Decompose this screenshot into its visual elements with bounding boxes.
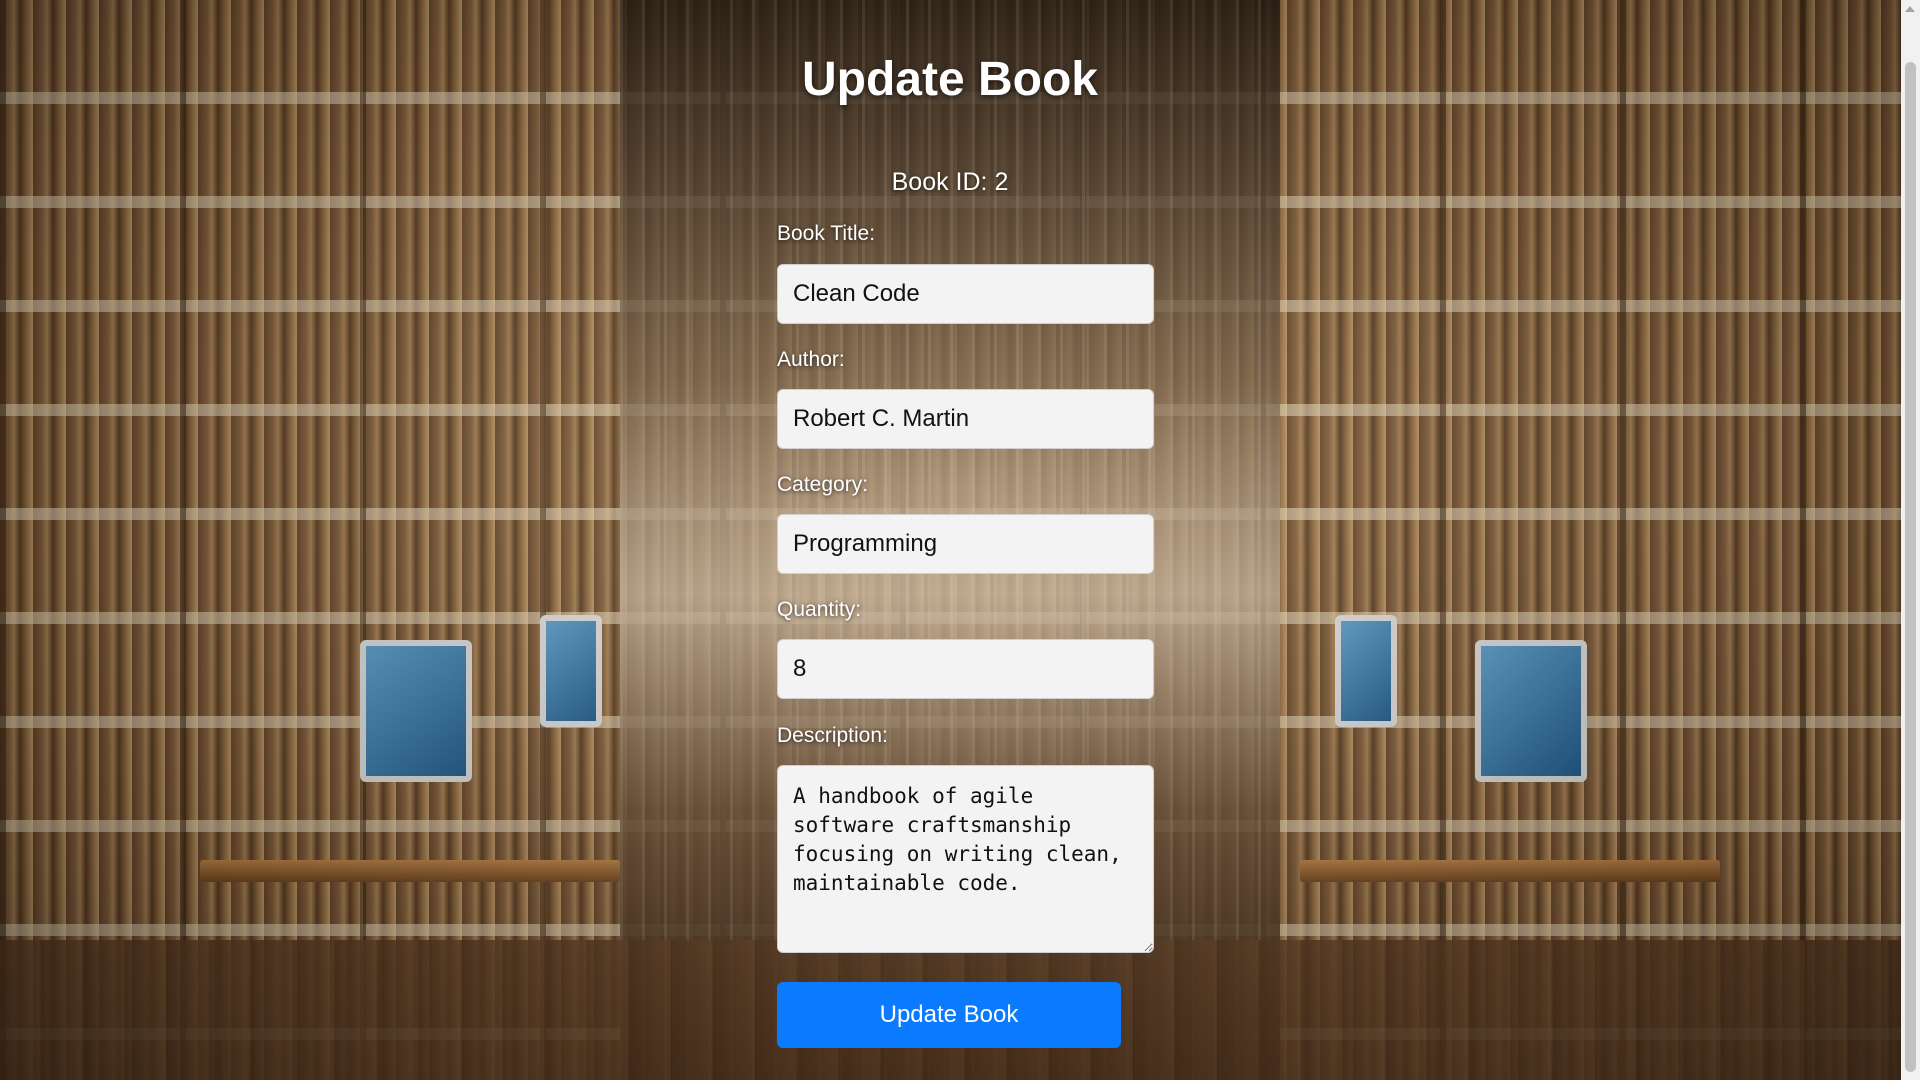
- description-textarea[interactable]: A handbook of agile software craftsmansh…: [777, 765, 1154, 953]
- scrollbar-thumb[interactable]: [1905, 62, 1916, 1072]
- quantity-input[interactable]: [777, 639, 1154, 699]
- chevron-up-icon[interactable]: [1905, 6, 1915, 12]
- book-title-label: Book Title:: [777, 222, 876, 245]
- vertical-scrollbar[interactable]: [1901, 0, 1920, 1080]
- description-label: Description:: [777, 724, 888, 747]
- update-book-button[interactable]: Update Book: [777, 982, 1121, 1048]
- author-label: Author:: [777, 348, 845, 371]
- category-label: Category:: [777, 473, 869, 496]
- category-input[interactable]: [777, 514, 1154, 574]
- page-title: Update Book: [801, 53, 1098, 106]
- quantity-label: Quantity:: [777, 598, 862, 621]
- book-id-label: Book ID: 2: [891, 168, 1009, 196]
- book-title-input[interactable]: [777, 264, 1154, 324]
- author-input[interactable]: [777, 389, 1154, 449]
- update-book-form-panel: Update Book Book ID: 2 Book Title: Autho…: [760, 0, 1154, 1080]
